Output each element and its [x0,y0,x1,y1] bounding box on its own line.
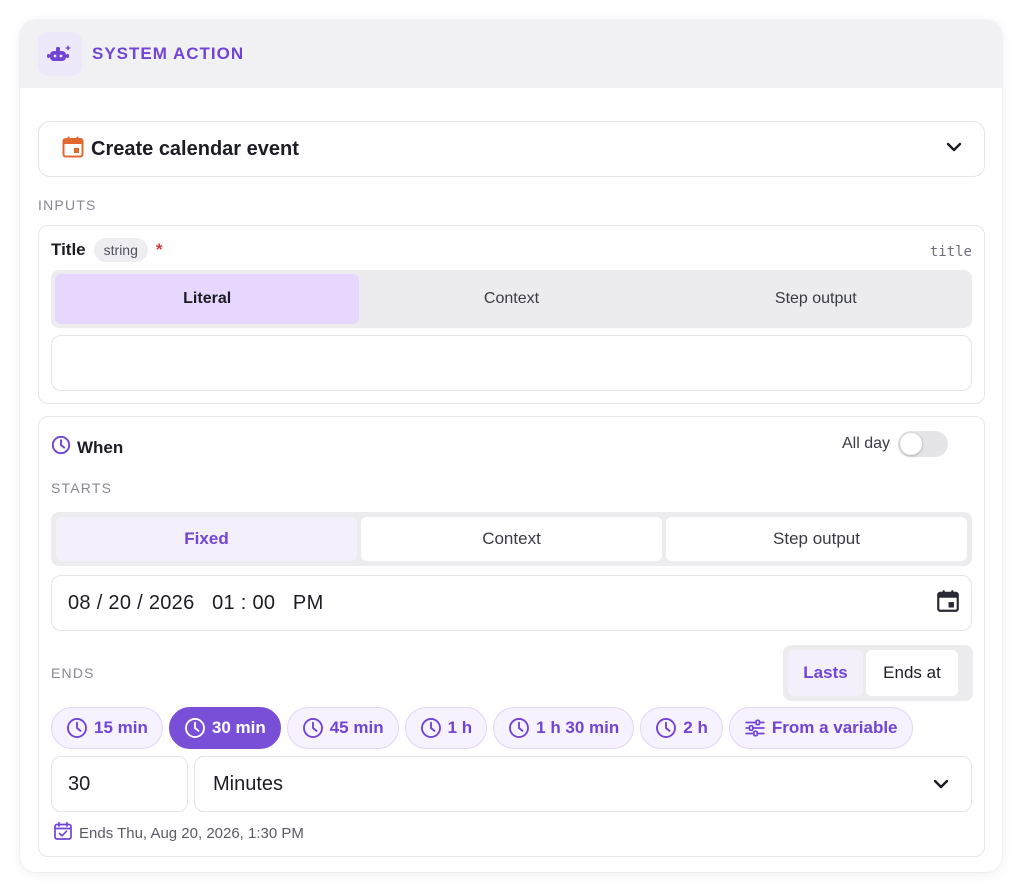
duration-chip-15-min[interactable]: 15 min [51,707,163,749]
duration-chip-2-h[interactable]: 2 h [640,707,723,749]
when-box: When All day STARTS Fixed Context Step o… [38,416,985,857]
clock-icon [656,718,677,738]
ends-summary: Ends Thu, Aug 20, 2026, 1:30 PM [53,821,304,846]
robot-sparkle-icon [38,32,82,76]
all-day-label: All day [841,435,890,452]
clock-icon [51,435,71,460]
ends-mode-lasts[interactable]: Lasts [788,650,863,696]
field-key: title [929,244,972,260]
ends-mode-toggle: Lasts Ends at [783,645,973,701]
start-datetime-input[interactable]: 08 / 20 / 2026 01 : 00 PM [51,575,972,631]
start-mode-context[interactable]: Context [361,517,662,561]
duration-chip-45-min[interactable]: 45 min [286,707,399,749]
clock-icon [420,718,441,738]
ends-summary-text: Ends Thu, Aug 20, 2026, 1:30 PM [79,825,304,842]
when-title: When [77,437,124,457]
start-datetime-value: 08 / 20 / 2026 01 : 00 PM [68,591,324,614]
duration-chip-from-variable[interactable]: From a variable [728,707,913,749]
starts-label: STARTS [51,480,113,496]
sliders-icon [745,719,765,737]
toggle-knob [900,433,922,455]
type-badge: string [93,238,148,262]
clock-icon [67,718,87,738]
action-label: Create calendar event [91,137,299,160]
clock-icon [184,718,205,738]
action-select[interactable]: Create calendar event [38,121,985,177]
duration-chip-1-h[interactable]: 1 h [404,707,488,749]
ends-label: ENDS [51,665,95,681]
duration-chips: 15 min 30 min 45 min 1 h 1 h 30 min 2 h [51,707,913,749]
field-name: Title [51,240,86,259]
chevron-down-icon[interactable] [946,140,962,158]
duration-unit-select[interactable]: Minutes [194,756,972,812]
all-day-toggle[interactable] [898,431,948,457]
inputs-section-label: INPUTS [38,197,97,213]
ends-mode-ends-at[interactable]: Ends at [866,650,958,696]
duration-unit-value: Minutes [213,772,284,795]
all-day-control: All day [842,431,948,457]
start-mode-step-output[interactable]: Step output [666,517,967,561]
start-mode-fixed[interactable]: Fixed [56,517,357,561]
start-mode-segmented: Fixed Context Step output [51,512,972,566]
clock-icon [302,718,323,738]
duration-chip-30-min[interactable]: 30 min [168,707,281,749]
duration-amount-input[interactable]: 30 [51,756,188,812]
title-input[interactable] [51,335,972,391]
title-field-header: Title string * [51,238,163,262]
calendar-picker-icon[interactable] [935,588,961,619]
title-field-box: Title string * title Literal Context Ste… [38,225,985,404]
mode-literal[interactable]: Literal [55,274,360,324]
when-header: When [51,435,123,460]
title-mode-segmented: Literal Context Step output [51,270,972,328]
clock-icon [509,718,530,738]
system-action-card: SYSTEM ACTION Create calendar event INPU… [20,20,1002,872]
calendar-icon [61,135,85,164]
mode-step-output[interactable]: Step output [664,274,968,324]
required-mark: * [155,240,163,259]
card-header: SYSTEM ACTION [20,20,1002,88]
card-title: SYSTEM ACTION [92,44,245,63]
mode-context[interactable]: Context [359,274,663,324]
chevron-down-icon[interactable] [933,773,949,796]
calendar-check-icon [53,821,73,846]
duration-chip-1-h-30-min[interactable]: 1 h 30 min [493,707,635,749]
